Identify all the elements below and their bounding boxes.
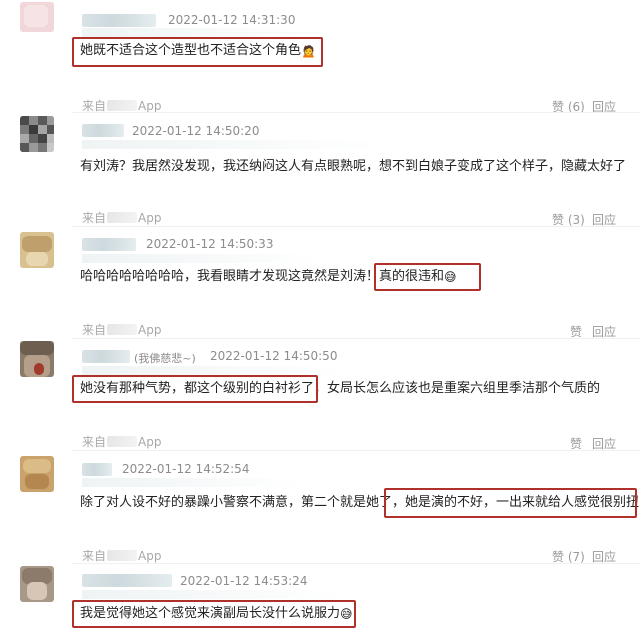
username-shadow — [82, 590, 342, 599]
source-app: 来自 App — [82, 209, 161, 226]
divider — [72, 450, 640, 451]
app-name-blurred — [107, 550, 138, 561]
source-label: 来自 — [82, 549, 107, 563]
source-label: 来自 — [82, 435, 107, 449]
highlight-box — [374, 263, 481, 291]
avatar[interactable] — [20, 456, 54, 492]
username-shadow — [82, 366, 342, 375]
avatar[interactable] — [20, 341, 54, 377]
username-note: (我佛慈悲~) — [134, 352, 196, 365]
source-app: 来自 App — [82, 433, 161, 450]
comment-timestamp: 2022-01-12 14:52:54 — [122, 462, 250, 476]
divider — [72, 563, 640, 564]
source-label: 来自 — [82, 211, 107, 225]
like-count: (7) — [567, 550, 585, 564]
username-blurred[interactable] — [82, 350, 130, 363]
divider — [72, 226, 640, 227]
username-blurred[interactable] — [82, 238, 136, 251]
comment-timestamp: 2022-01-12 14:50:50 — [210, 349, 338, 363]
app-name-blurred — [107, 212, 138, 223]
highlight-box — [72, 37, 323, 67]
username-shadow — [82, 140, 382, 149]
comment-timestamp: 2022-01-12 14:50:20 — [132, 124, 260, 138]
source-label: 来自 — [82, 99, 107, 113]
like-label: 赞 — [552, 213, 565, 227]
username-shadow — [82, 28, 302, 37]
app-name-blurred — [107, 324, 138, 335]
like-label: 赞 — [570, 325, 583, 339]
source-app-label: App — [138, 323, 162, 337]
username-shadow — [82, 254, 322, 263]
like-count: (3) — [567, 213, 585, 227]
highlight-box — [384, 488, 637, 518]
comment-timestamp: 2022-01-12 14:50:33 — [146, 237, 274, 251]
like-label: 赞 — [570, 437, 583, 451]
avatar[interactable] — [20, 2, 54, 32]
app-name-blurred — [107, 436, 138, 447]
avatar[interactable] — [20, 566, 54, 602]
divider — [72, 112, 640, 113]
source-label: 来自 — [82, 323, 107, 337]
source-app: 来自 App — [82, 547, 161, 564]
avatar[interactable] — [20, 116, 54, 152]
avatar[interactable] — [20, 232, 54, 268]
comment-text-main: 女局长怎么应该也是重案六组里季洁那个气质的 — [327, 381, 601, 396]
comment-text-main: 除了对人设不好的暴躁小警察不满意，第二个就是她了， — [80, 495, 406, 510]
app-name-blurred — [107, 100, 138, 111]
source-app-label: App — [138, 211, 162, 225]
like-label: 赞 — [552, 550, 565, 564]
username-blurred[interactable] — [82, 463, 112, 476]
source-app-label: App — [138, 99, 162, 113]
divider — [72, 338, 640, 339]
comment-text: 有刘涛？我居然没发现，我还纳闷这人有点眼熟呢，想不到白娘子变成了这个样子，隐藏太… — [80, 159, 627, 174]
username-blurred[interactable] — [82, 574, 172, 587]
comment-timestamp: 2022-01-12 14:31:30 — [168, 13, 296, 27]
comment-timestamp: 2022-01-12 14:53:24 — [180, 574, 308, 588]
source-app: 来自 App — [82, 321, 161, 338]
username-shadow — [82, 478, 302, 487]
source-app-label: App — [138, 435, 162, 449]
comment-text-main: 哈哈哈哈哈哈哈哈，我看眼睛才发现这竟然是刘涛！ — [80, 269, 380, 284]
username-blurred[interactable] — [82, 124, 124, 137]
highlight-box — [72, 600, 356, 628]
highlight-box — [72, 375, 318, 403]
source-app-label: App — [138, 549, 162, 563]
username-blurred[interactable] — [82, 14, 156, 27]
